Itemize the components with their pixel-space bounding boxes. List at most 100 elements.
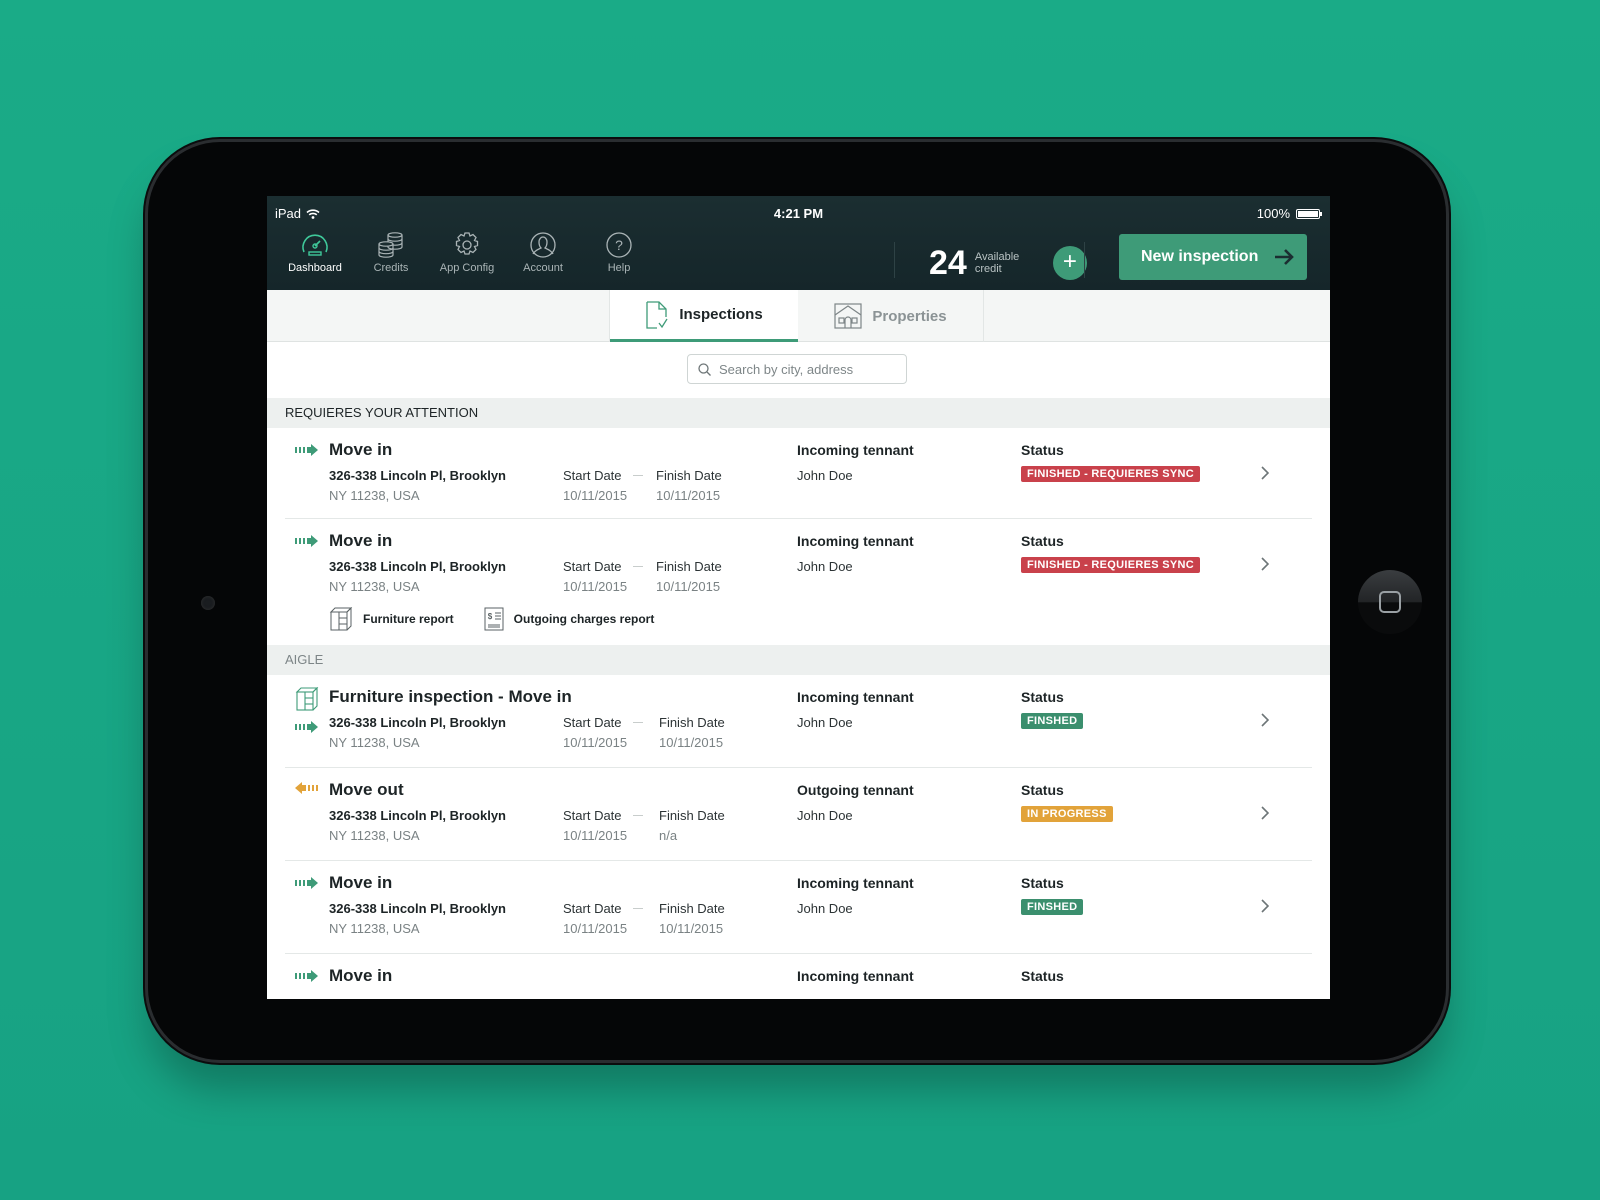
inspection-title: Move in bbox=[329, 440, 393, 459]
outgoing-charges-report-link[interactable]: $ Outgoing charges report bbox=[484, 607, 654, 631]
search-input[interactable] bbox=[719, 361, 899, 377]
furniture-icon bbox=[329, 607, 353, 631]
furniture-report-link[interactable]: Furniture report bbox=[329, 607, 454, 631]
section-header-attention: REQUIERES YOUR ATTENTION bbox=[267, 398, 1330, 428]
tab-inspections[interactable]: Inspections bbox=[610, 290, 798, 342]
status-badge: FINSHED bbox=[1021, 713, 1084, 729]
inspection-title: Move out bbox=[329, 780, 404, 799]
nav-app-config[interactable]: App Config bbox=[429, 232, 505, 274]
chevron-right-icon[interactable] bbox=[1261, 466, 1269, 480]
tab-inspections-label: Inspections bbox=[679, 306, 763, 323]
address-line1: 326-338 Lincoln Pl, Brooklyn bbox=[329, 808, 506, 823]
status-label: Status bbox=[1021, 968, 1064, 984]
nav-credits-label: Credits bbox=[373, 262, 409, 274]
add-credit-button[interactable]: + bbox=[1052, 246, 1087, 280]
main-nav: Dashboard Credits App Config Account ? H… bbox=[277, 232, 657, 274]
new-inspection-button[interactable]: New inspection bbox=[1119, 234, 1307, 280]
status-bar: iPad 4:21 PM 100% bbox=[267, 196, 1330, 221]
status-label: Status bbox=[1021, 782, 1064, 798]
finish-date-label: Finish Date bbox=[656, 559, 722, 574]
inspection-row[interactable]: Move in 326-338 Lincoln Pl, Brooklyn NY … bbox=[267, 861, 1330, 954]
app-screen: iPad 4:21 PM 100% Dashboard Credits App … bbox=[267, 196, 1330, 999]
move-in-arrow-icon bbox=[295, 970, 318, 982]
date-separator bbox=[633, 908, 643, 909]
inspection-row[interactable]: Move in 326-338 Lincoln Pl, Brooklyn NY … bbox=[267, 428, 1330, 519]
nav-dashboard-label: Dashboard bbox=[288, 262, 342, 274]
gear-icon bbox=[455, 232, 479, 255]
invoice-icon: $ bbox=[484, 607, 504, 631]
nav-account[interactable]: Account bbox=[505, 232, 581, 274]
date-separator bbox=[633, 566, 643, 567]
section-header-aigle: AIGLE bbox=[267, 645, 1330, 675]
address-line1: 326-338 Lincoln Pl, Brooklyn bbox=[329, 901, 506, 916]
address-line2: NY 11238, USA bbox=[329, 921, 420, 936]
address-line2: NY 11238, USA bbox=[329, 735, 420, 750]
tenant-label: Incoming tennant bbox=[797, 442, 914, 458]
nav-dashboard[interactable]: Dashboard bbox=[277, 232, 353, 274]
arrow-right-icon bbox=[1275, 249, 1295, 265]
chevron-right-icon[interactable] bbox=[1261, 899, 1269, 913]
status-label: Status bbox=[1021, 689, 1064, 705]
status-badge: FINISHED - REQUIERES SYNC bbox=[1021, 557, 1201, 573]
chevron-right-icon[interactable] bbox=[1261, 713, 1269, 727]
chevron-right-icon[interactable] bbox=[1261, 806, 1269, 820]
move-in-arrow-icon bbox=[295, 877, 318, 889]
status-label: Status bbox=[1021, 442, 1064, 458]
inspection-title: Furniture inspection - Move in bbox=[329, 687, 572, 706]
inspection-row[interactable]: Move in Incoming tennant Status bbox=[267, 954, 1330, 999]
finish-date-value: 10/11/2015 bbox=[656, 488, 721, 503]
finish-date-value: 10/11/2015 bbox=[659, 735, 724, 750]
finish-date-label: Finish Date bbox=[659, 901, 725, 916]
status-label: Status bbox=[1021, 533, 1064, 549]
tenant-name: John Doe bbox=[797, 559, 853, 574]
inspection-row[interactable]: Move out 326-338 Lincoln Pl, Brooklyn NY… bbox=[267, 768, 1330, 861]
battery-percent: 100% bbox=[1256, 206, 1290, 221]
start-date-label: Start Date bbox=[563, 901, 622, 916]
start-date-value: 10/11/2015 bbox=[563, 488, 628, 503]
move-in-arrow-icon bbox=[295, 535, 318, 547]
svg-text:?: ? bbox=[615, 237, 623, 253]
house-icon bbox=[834, 303, 862, 329]
inspection-row[interactable]: Move in 326-338 Lincoln Pl, Brooklyn NY … bbox=[267, 519, 1330, 645]
start-date-value: 10/11/2015 bbox=[563, 735, 628, 750]
address-line1: 326-338 Lincoln Pl, Brooklyn bbox=[329, 715, 506, 730]
inspection-title: Move in bbox=[329, 531, 393, 550]
tenant-name: John Doe bbox=[797, 715, 853, 730]
home-button[interactable] bbox=[1358, 570, 1422, 634]
start-date-label: Start Date bbox=[563, 715, 622, 730]
tenant-label: Incoming tennant bbox=[797, 533, 914, 549]
date-separator bbox=[633, 475, 643, 476]
start-date-value: 10/11/2015 bbox=[563, 921, 628, 936]
status-badge: FINISHED - REQUIERES SYNC bbox=[1021, 466, 1201, 482]
start-date-label: Start Date bbox=[563, 559, 622, 574]
start-date-label: Start Date bbox=[563, 808, 622, 823]
nav-help[interactable]: ? Help bbox=[581, 232, 657, 274]
inspection-title: Move in bbox=[329, 966, 393, 985]
status-badge: FINSHED bbox=[1021, 899, 1084, 915]
inspection-row[interactable]: Furniture inspection - Move in 326-338 L… bbox=[267, 675, 1330, 768]
divider bbox=[894, 242, 895, 278]
speedometer-icon bbox=[302, 234, 328, 256]
report-links: Furniture report $ Outgoing charges repo… bbox=[329, 607, 654, 631]
chevron-right-icon[interactable] bbox=[1261, 557, 1269, 571]
battery-icon bbox=[1296, 208, 1322, 219]
divider bbox=[1084, 242, 1085, 278]
status-badge: IN PROGRESS bbox=[1021, 806, 1113, 822]
search-icon bbox=[698, 362, 711, 376]
document-check-icon bbox=[646, 300, 668, 329]
move-in-arrow-icon bbox=[295, 721, 318, 733]
date-separator bbox=[633, 815, 643, 816]
tenant-label: Incoming tennant bbox=[797, 689, 914, 705]
start-date-value: 10/11/2015 bbox=[563, 828, 628, 843]
help-icon: ? bbox=[606, 232, 632, 258]
finish-date-label: Finish Date bbox=[659, 715, 725, 730]
tab-properties[interactable]: Properties bbox=[798, 290, 984, 342]
move-out-arrow-icon bbox=[295, 782, 318, 794]
finish-date-value: 10/11/2015 bbox=[659, 921, 724, 936]
address-line1: 326-338 Lincoln Pl, Brooklyn bbox=[329, 559, 506, 574]
nav-credits[interactable]: Credits bbox=[353, 232, 429, 274]
search-box[interactable] bbox=[687, 354, 907, 384]
tenant-label: Incoming tennant bbox=[797, 968, 914, 984]
address-line2: NY 11238, USA bbox=[329, 828, 420, 843]
coins-icon bbox=[378, 232, 403, 258]
